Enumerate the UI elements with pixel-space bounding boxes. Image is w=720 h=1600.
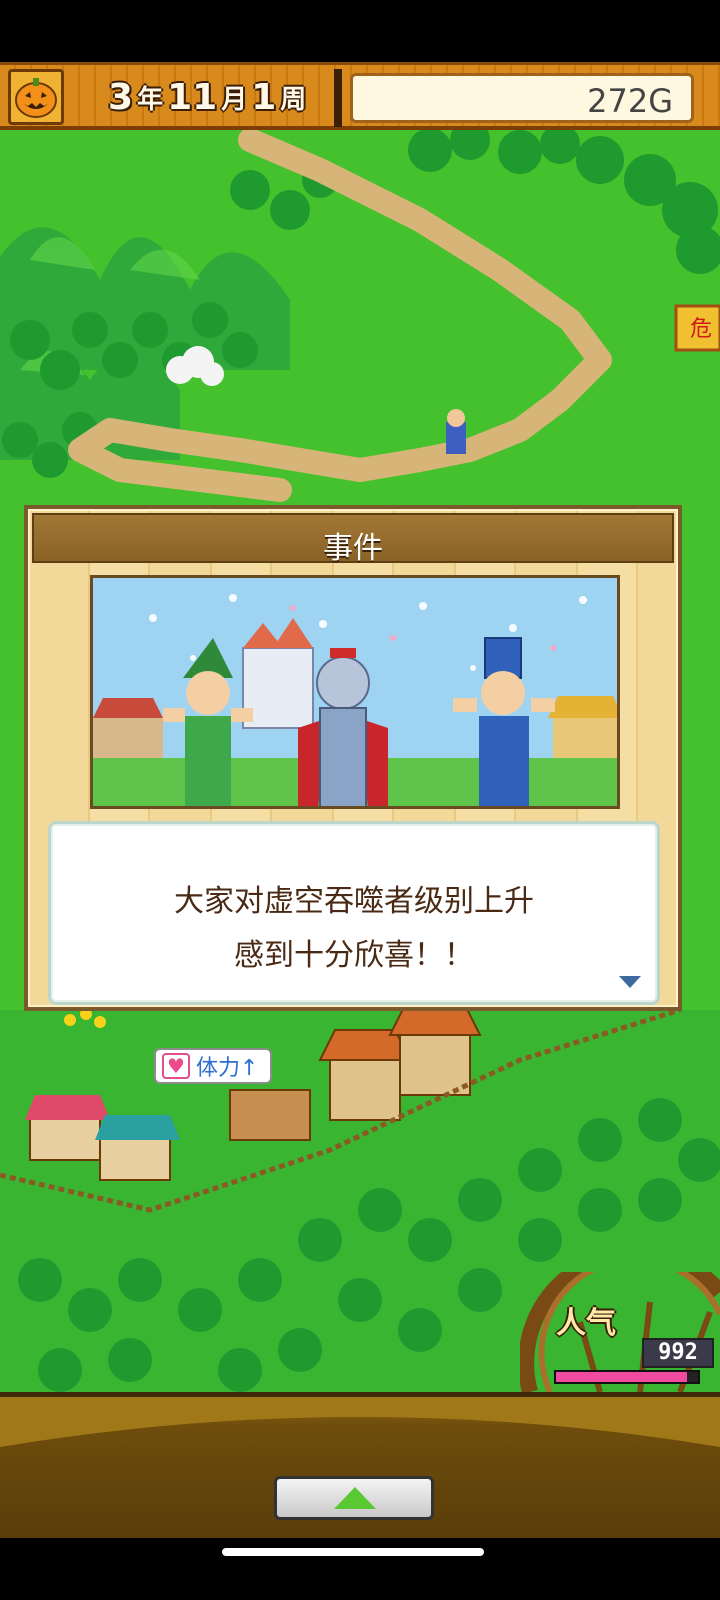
popularity-value: 992: [642, 1338, 714, 1368]
calendar-date: 3 年 11 月 1 周: [108, 75, 306, 119]
status-bar: [0, 0, 720, 62]
up-triangle-icon: [334, 1487, 376, 1509]
down-triangle-icon[interactable]: [619, 976, 641, 988]
popularity-label: 人气: [556, 1306, 616, 1341]
danger-sign-glyph: 危: [690, 317, 712, 342]
stamina-label: 体力↑: [196, 1056, 259, 1081]
bottom-panel-arch: [0, 1397, 720, 1447]
week-unit: 周: [280, 84, 307, 115]
event-message-line-2: 感到十分欣喜！！: [234, 938, 474, 973]
month-unit: 月: [221, 84, 248, 115]
heart-icon: ♥: [162, 1053, 190, 1079]
week-number: 1: [251, 76, 277, 118]
home-indicator[interactable]: [222, 1548, 484, 1556]
popularity-bar-fill: [556, 1372, 687, 1382]
event-message-line-1: 大家对虚空吞噬者级别上升: [174, 884, 534, 919]
pumpkin-menu-button[interactable]: [8, 69, 64, 125]
event-message-box[interactable]: 大家对虚空吞噬者级别上升 感到十分欣喜！！: [48, 821, 660, 1005]
event-illustration: [93, 578, 617, 806]
pumpkin-icon: [15, 78, 57, 118]
year-number: 3: [108, 76, 134, 118]
popularity-bar: [554, 1370, 700, 1384]
event-dialog[interactable]: 事件 大家对虚空吞噬者级别上升 感到十分欣喜！！: [24, 505, 682, 1011]
month-number: 11: [167, 76, 218, 118]
menu-toggle-button[interactable]: [274, 1476, 434, 1520]
gold-amount: 272G: [587, 82, 673, 120]
year-unit: 年: [137, 84, 164, 115]
event-dialog-title: 事件: [323, 531, 383, 566]
gold-display: 272G: [350, 73, 694, 123]
top-hud: 3 年 11 月 1 周 272G: [0, 62, 720, 130]
hud-divider: [334, 69, 342, 127]
stamina-bubble[interactable]: ♥ 体力↑: [154, 1048, 273, 1084]
event-picture: [90, 575, 620, 809]
event-dialog-header: 事件: [32, 513, 674, 566]
